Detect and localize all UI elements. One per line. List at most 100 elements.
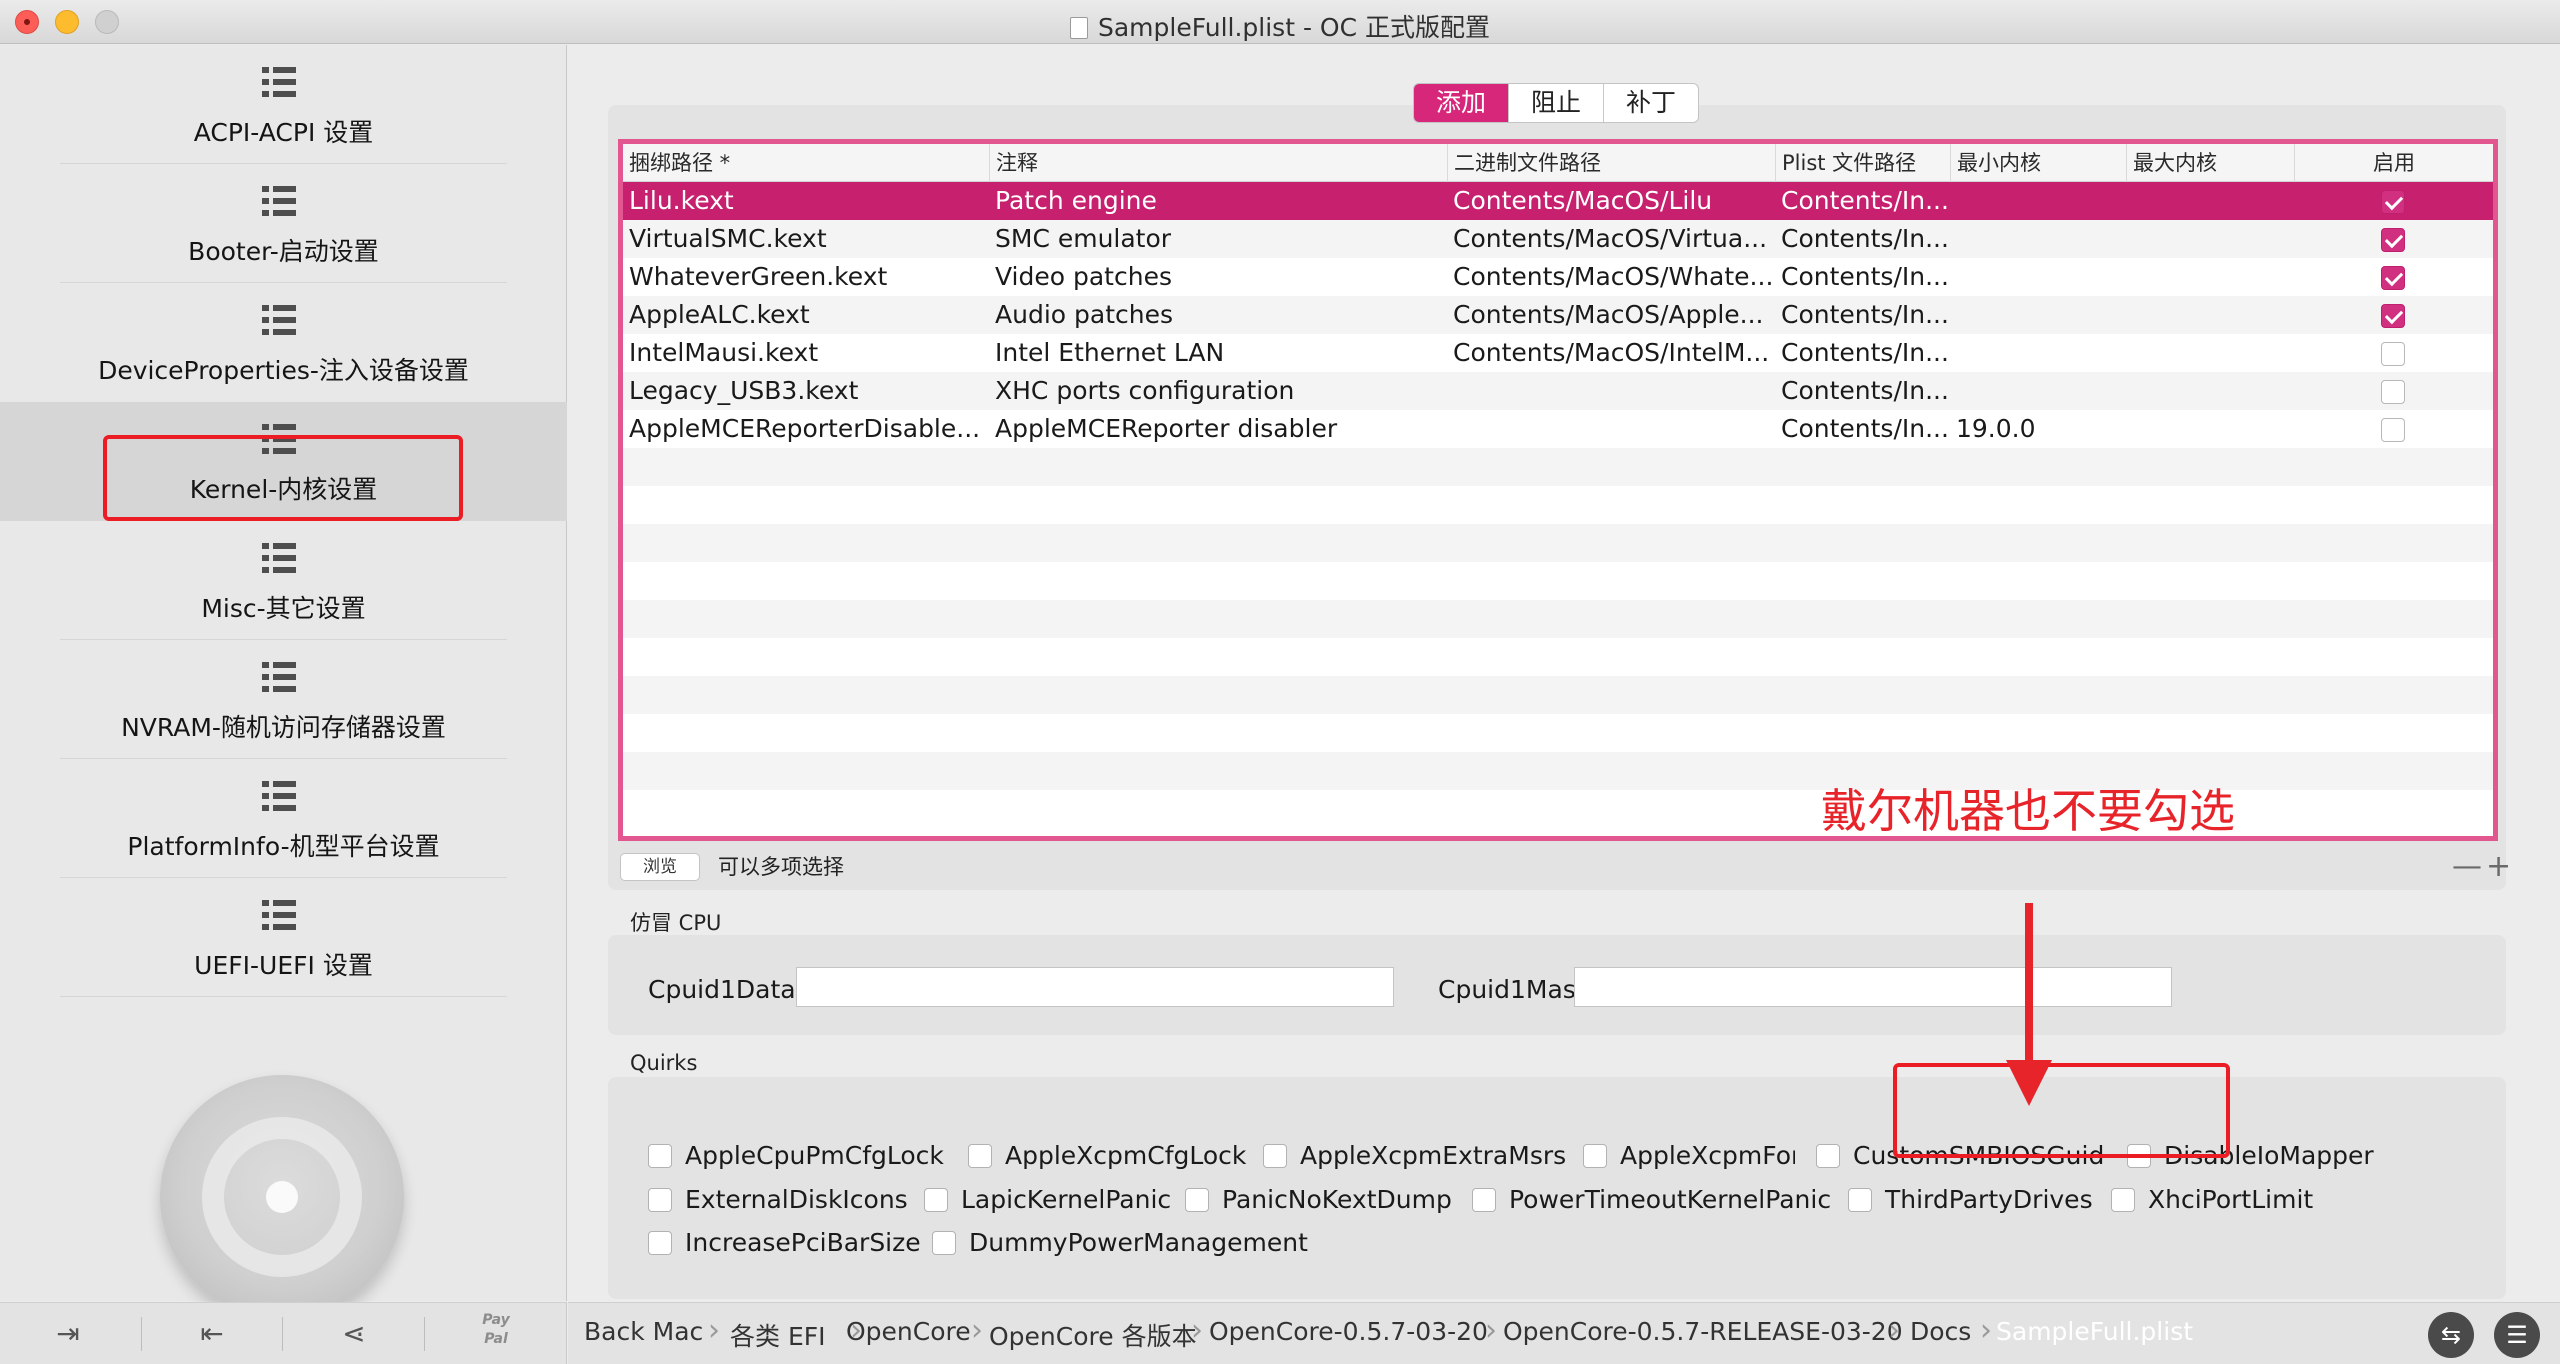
sidebar-item-acpi[interactable]: ACPI-ACPI 设置 <box>0 45 567 164</box>
title-bar: SampleFull.plist - OC 正式版配置 <box>0 0 2560 44</box>
divider <box>424 1317 425 1351</box>
checkbox[interactable] <box>648 1231 672 1255</box>
table-row[interactable]: AppleMCEReporterDisable... AppleMCEReport… <box>623 410 2493 448</box>
import-icon[interactable]: ⇥ <box>48 1317 88 1351</box>
breadcrumb-item[interactable]: OpenCore <box>846 1317 971 1346</box>
checkbox[interactable] <box>648 1188 672 1212</box>
table-row[interactable]: Legacy_USB3.kext XHC ports configuration C… <box>623 372 2493 410</box>
kernel-add-table: 捆绑路径 * 注释 二进制文件路径 Plist 文件路径 最小内核 最大内核 启… <box>618 139 2498 841</box>
sidebar-item-label: UEFI-UEFI 设置 <box>194 951 373 980</box>
sidebar-item-uefi[interactable]: UEFI-UEFI 设置 <box>0 878 567 997</box>
checkbox[interactable] <box>924 1188 948 1212</box>
checkbox[interactable] <box>648 1144 672 1168</box>
enabled-checkbox[interactable] <box>2381 266 2405 290</box>
table-cell-min <box>1950 372 2126 410</box>
document-icon <box>1069 17 1088 39</box>
table-cell-min <box>1950 220 2126 258</box>
table-header: 捆绑路径 * 注释 二进制文件路径 Plist 文件路径 最小内核 最大内核 启… <box>623 144 2493 182</box>
list-view-icon[interactable]: ☰ <box>2494 1312 2540 1358</box>
table-cell-comment: Intel Ethernet LAN <box>995 338 1225 367</box>
column-header[interactable]: Plist 文件路径 <box>1775 144 1950 182</box>
table-cell-min <box>1950 258 2126 296</box>
table-cell-binary: Contents/MacOS/Lilu <box>1453 186 1713 215</box>
breadcrumb-current[interactable]: SampleFull.plist <box>1996 1317 2193 1346</box>
quirks-section-title: Quirks <box>630 1051 698 1075</box>
column-header[interactable]: 启用 <box>2294 144 2493 182</box>
cpuid1data-label: Cpuid1Data <box>648 975 796 1004</box>
checkbox[interactable] <box>968 1144 992 1168</box>
table-cell-plist: Contents/In... <box>1781 262 1949 291</box>
enabled-checkbox[interactable] <box>2381 418 2405 442</box>
cpu-section-title: 仿冒 CPU <box>630 911 722 935</box>
add-remove-buttons[interactable]: —+ <box>2452 849 2515 884</box>
cpu-group: Cpuid1Data Cpuid1Mask <box>608 935 2506 1035</box>
table-cell-plist: Contents/In... <box>1781 338 1949 367</box>
checkbox[interactable] <box>1583 1144 1607 1168</box>
browse-button[interactable]: 浏览 <box>620 853 700 881</box>
table-row[interactable]: WhateverGreen.kext Video patches Contents/… <box>623 258 2493 296</box>
sidebar-item-label: DeviceProperties-注入设备设置 <box>98 356 469 385</box>
tab-patch[interactable]: 补丁 <box>1603 84 1698 122</box>
checkbox[interactable] <box>1472 1188 1496 1212</box>
enabled-checkbox[interactable] <box>2381 380 2405 404</box>
table-row[interactable]: Lilu.kext Patch engine Contents/MacOS/Lilu… <box>623 182 2493 220</box>
table-row[interactable]: IntelMausi.kext Intel Ethernet LAN Content… <box>623 334 2493 372</box>
table-cell-min <box>1950 296 2126 334</box>
empty-table-row <box>623 448 2493 486</box>
sidebar: ACPI-ACPI 设置 Booter-启动设置 DevicePropertie… <box>0 45 567 1319</box>
checkbox[interactable] <box>1816 1144 1840 1168</box>
table-cell-binary: Contents/MacOS/Virtua... <box>1453 224 1768 253</box>
divider <box>141 1317 142 1351</box>
checkbox[interactable] <box>1263 1144 1287 1168</box>
breadcrumb-item[interactable]: OpenCore-0.5.7-03-20 <box>1209 1317 1488 1346</box>
empty-table-row <box>623 714 2493 752</box>
enabled-checkbox[interactable] <box>2381 342 2405 366</box>
table-cell-min <box>1950 182 2126 220</box>
window-title: SampleFull.plist - OC 正式版配置 <box>1097 13 1491 42</box>
breadcrumb-item[interactable]: 各类 EFI <box>730 1317 826 1353</box>
tab-add[interactable]: 添加 <box>1414 84 1509 122</box>
table-cell-plist: Contents/In... <box>1781 224 1949 253</box>
breadcrumb-item[interactable]: Back Mac <box>584 1317 703 1346</box>
cpuid1mask-field[interactable] <box>1574 967 2172 1007</box>
sidebar-item-deviceproperties[interactable]: DeviceProperties-注入设备设置 <box>0 283 567 402</box>
list-icon <box>262 781 296 811</box>
column-header[interactable]: 最小内核 <box>1950 144 2126 182</box>
table-cell-plist: Contents/In... <box>1781 376 1949 405</box>
breadcrumb-item[interactable]: Docs <box>1910 1317 1971 1346</box>
table-row[interactable]: VirtualSMC.kext SMC emulator Contents/MacO… <box>623 220 2493 258</box>
column-header[interactable]: 二进制文件路径 <box>1447 144 1775 182</box>
checkbox[interactable] <box>1185 1188 1209 1212</box>
table-cell-plist: Contents/In... <box>1781 186 1949 215</box>
checkbox[interactable] <box>932 1231 956 1255</box>
sidebar-item-nvram[interactable]: NVRAM-随机访问存储器设置 <box>0 640 567 759</box>
breadcrumb-item[interactable]: OpenCore 各版本 <box>989 1317 1197 1353</box>
checkbox[interactable] <box>1848 1188 1872 1212</box>
enabled-checkbox[interactable] <box>2381 228 2405 252</box>
table-cell-comment: SMC emulator <box>995 224 1172 253</box>
table-cell-bundle: VirtualSMC.kext <box>629 224 827 253</box>
sidebar-item-booter[interactable]: Booter-启动设置 <box>0 164 567 283</box>
chevron-right-icon: › <box>1191 1313 1203 1348</box>
arrow-icon <box>2025 903 2033 1068</box>
sidebar-item-misc[interactable]: Misc-其它设置 <box>0 521 567 640</box>
breadcrumb-item[interactable]: OpenCore-0.5.7-RELEASE-03-20 <box>1503 1317 1903 1346</box>
enabled-checkbox[interactable] <box>2381 190 2405 214</box>
checkbox[interactable] <box>2111 1188 2135 1212</box>
enabled-checkbox[interactable] <box>2381 304 2405 328</box>
swap-icon[interactable]: ⇆ <box>2428 1312 2474 1358</box>
share-icon[interactable]: ⋖ <box>334 1317 374 1351</box>
table-row[interactable]: AppleALC.kext Audio patches Contents/MacOS… <box>623 296 2493 334</box>
quirk-applexcpmforceboost[interactable]: AppleXcpmForceBoost <box>1583 1141 1795 1171</box>
column-header[interactable]: 注释 <box>989 144 1447 182</box>
cpuid1data-field[interactable] <box>796 967 1394 1007</box>
paypal-icon[interactable]: Pay Pal <box>478 1311 514 1349</box>
column-header[interactable]: 捆绑路径 * <box>623 144 989 182</box>
sidebar-item-platforminfo[interactable]: PlatformInfo-机型平台设置 <box>0 759 567 878</box>
sidebar-item-label: PlatformInfo-机型平台设置 <box>127 832 440 861</box>
column-header[interactable]: 最大内核 <box>2126 144 2294 182</box>
export-icon[interactable]: ⇤ <box>192 1317 232 1351</box>
table-cell-plist: Contents/In... <box>1781 414 1949 443</box>
tab-block[interactable]: 阻止 <box>1508 84 1603 122</box>
multi-select-hint: 可以多项选择 <box>718 855 844 879</box>
